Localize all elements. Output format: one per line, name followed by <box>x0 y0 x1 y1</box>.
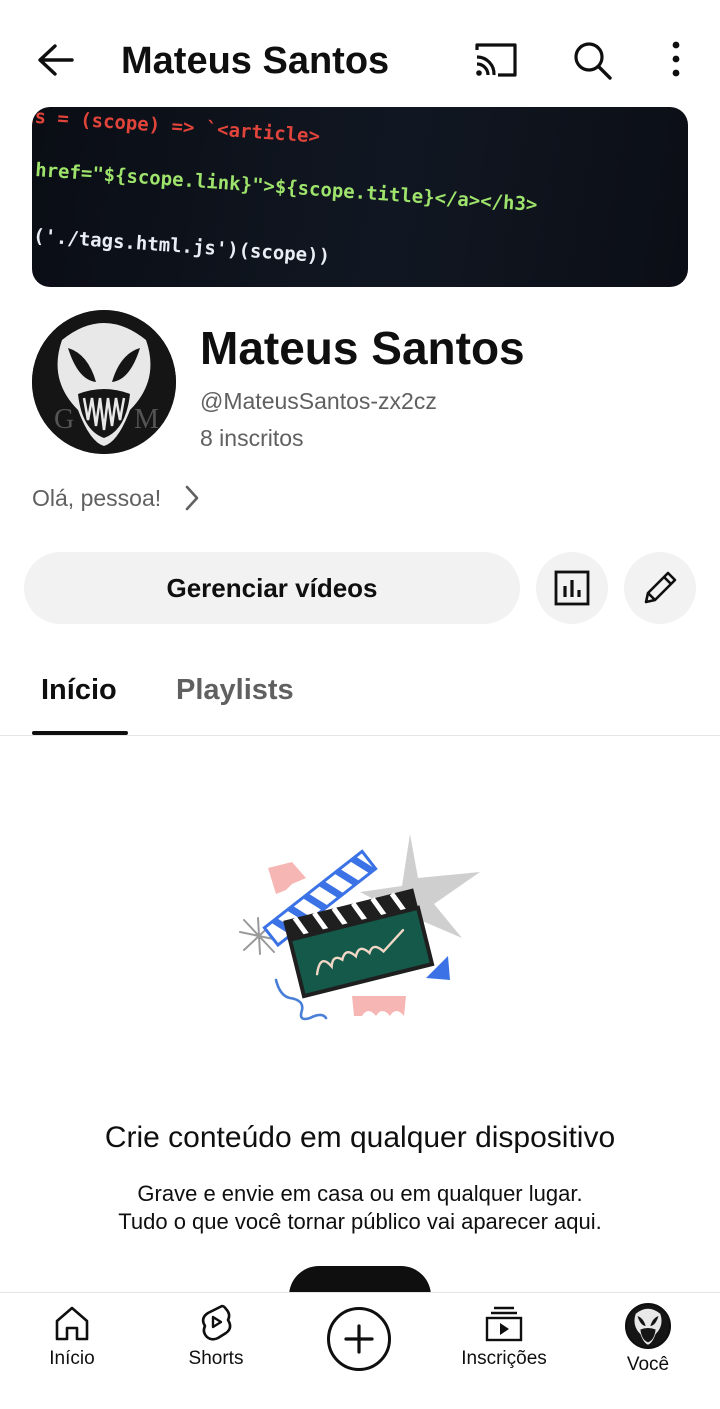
description-text: Olá, pessoa! <box>32 484 162 511</box>
back-arrow-icon <box>38 44 74 76</box>
nav-label: Inscrições <box>461 1348 547 1369</box>
edit-channel-button[interactable] <box>624 552 696 624</box>
cast-icon <box>475 43 517 77</box>
nav-label: Você <box>626 1354 670 1375</box>
empty-state-line: Grave e envie em casa ou em qualquer lug… <box>137 1181 583 1206</box>
shorts-icon <box>201 1304 232 1341</box>
nav-item-shorts[interactable]: Shorts <box>161 1303 271 1371</box>
banner-code-line: ts = (scope) => `<article> <box>32 107 321 148</box>
tab-divider <box>0 735 720 736</box>
top-app-bar: Mateus Santos <box>0 0 720 110</box>
avatar <box>625 1303 671 1349</box>
manage-videos-button[interactable]: Gerenciar vídeos <box>24 552 520 624</box>
page-title: Mateus Santos <box>121 40 390 82</box>
channel-avatar[interactable]: G M <box>32 310 176 454</box>
chevron-right-icon <box>185 485 199 511</box>
nav-item-inscricoes[interactable]: Inscrições <box>449 1303 559 1371</box>
channel-banner: ts = (scope) => `<article> href="${scope… <box>32 107 688 287</box>
analytics-button[interactable] <box>536 552 608 624</box>
create-button[interactable] <box>327 1307 391 1371</box>
nav-item-inicio[interactable]: Início <box>17 1303 127 1371</box>
venom-face-icon: G M <box>32 310 176 454</box>
back-button[interactable] <box>30 38 82 82</box>
channel-description[interactable]: Olá, pessoa! <box>32 482 201 514</box>
create-plus-icon <box>344 1324 374 1354</box>
home-icon <box>55 1306 89 1341</box>
channel-name: Mateus Santos <box>200 322 525 374</box>
subscriber-count: 8 inscritos <box>200 425 304 451</box>
edit-pencil-icon <box>644 571 677 604</box>
banner-code-line: href="${scope.link}">${scope.title}</a><… <box>34 159 539 217</box>
search-button[interactable] <box>566 36 618 84</box>
avatar-letter: G <box>54 404 74 435</box>
nav-item-voce[interactable]: Você <box>593 1303 703 1377</box>
more-options-button[interactable] <box>656 36 696 84</box>
banner-code-line: ('./tags.html.js')(scope)) <box>32 225 331 268</box>
channel-handle: @MateusSantos-zx2cz <box>200 388 437 414</box>
venom-face-icon <box>627 1305 669 1347</box>
tab-inicio[interactable]: Início <box>41 668 117 712</box>
tab-playlists[interactable]: Playlists <box>176 668 294 712</box>
cast-button[interactable] <box>470 38 522 82</box>
nav-label: Shorts <box>188 1348 244 1369</box>
clapperboard-illustration <box>230 828 490 1028</box>
bottom-navigation: Início Shorts Inscrições Você <box>0 1292 720 1409</box>
search-icon <box>574 42 612 80</box>
avatar-letter: M <box>134 404 159 435</box>
empty-state-line: Tudo o que você tornar público vai apare… <box>118 1209 602 1234</box>
subscriptions-icon <box>485 1306 523 1342</box>
empty-state-title: Crie conteúdo em qualquer dispositivo <box>104 1121 616 1154</box>
analytics-icon <box>554 570 590 606</box>
nav-label: Início <box>49 1348 95 1369</box>
more-vertical-icon <box>672 41 680 77</box>
